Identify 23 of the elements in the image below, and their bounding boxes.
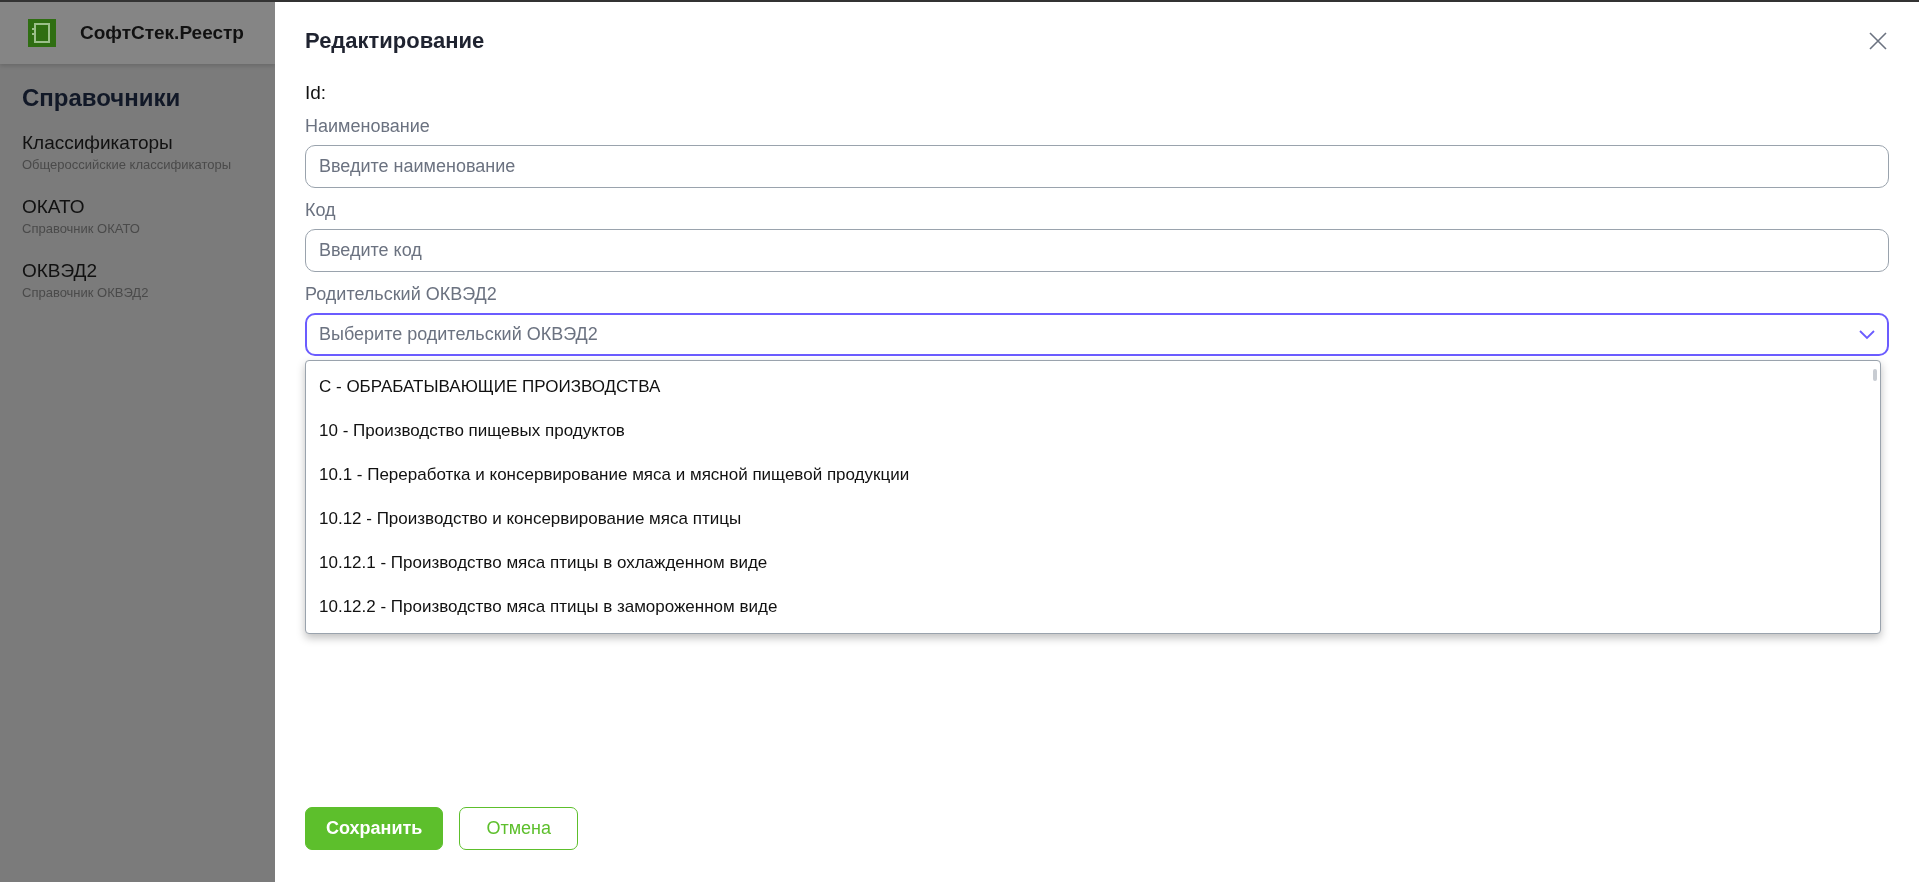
dialog-title: Редактирование [305, 28, 485, 54]
close-button[interactable] [1867, 30, 1889, 52]
sidebar-item[interactable]: ОКАТО [22, 196, 253, 218]
sidebar-heading: Справочники [22, 84, 182, 112]
field-label: Наименование [305, 116, 431, 137]
dropdown-option[interactable]: 10.12.2 - Производство мяса птицы в замороженном виде [306, 585, 1880, 629]
input-field[interactable]: Введите наименование [305, 145, 1889, 188]
logo-icon [28, 19, 56, 47]
sidebar-item[interactable]: ОКВЭД2 [22, 260, 253, 282]
id-label: Id: [305, 82, 328, 104]
dropdown-option[interactable]: 10.1 - Переработка и консервирование мяса и мясной пищевой продукции [306, 453, 1880, 497]
field-label: Родительский ОКВЭД2 [305, 284, 498, 305]
dropdown-option[interactable]: C - ОБРАБАТЫВАЮЩИЕ ПРОИЗВОДСТВА [306, 365, 1880, 409]
dropdown-option[interactable]: 10.12.1 - Производство мяса птицы в охлажденном виде [306, 541, 1880, 585]
input-field[interactable]: Введите код [305, 229, 1889, 272]
select-field[interactable]: Выберите родительский ОКВЭД2 [305, 313, 1889, 356]
dropdown-option[interactable]: 10.12 - Производство и консервирование мяса птицы [306, 497, 1880, 541]
field-label: Код [305, 200, 337, 221]
dropdown-option[interactable]: 10 - Производство пищевых продуктов [306, 409, 1880, 453]
sidebar-item[interactable]: Классификаторы [22, 132, 253, 154]
app-title: СофтСтек.Реестр [80, 22, 244, 44]
scrollbar-thumb[interactable] [1873, 369, 1877, 381]
chevron-down-icon [1859, 329, 1875, 340]
